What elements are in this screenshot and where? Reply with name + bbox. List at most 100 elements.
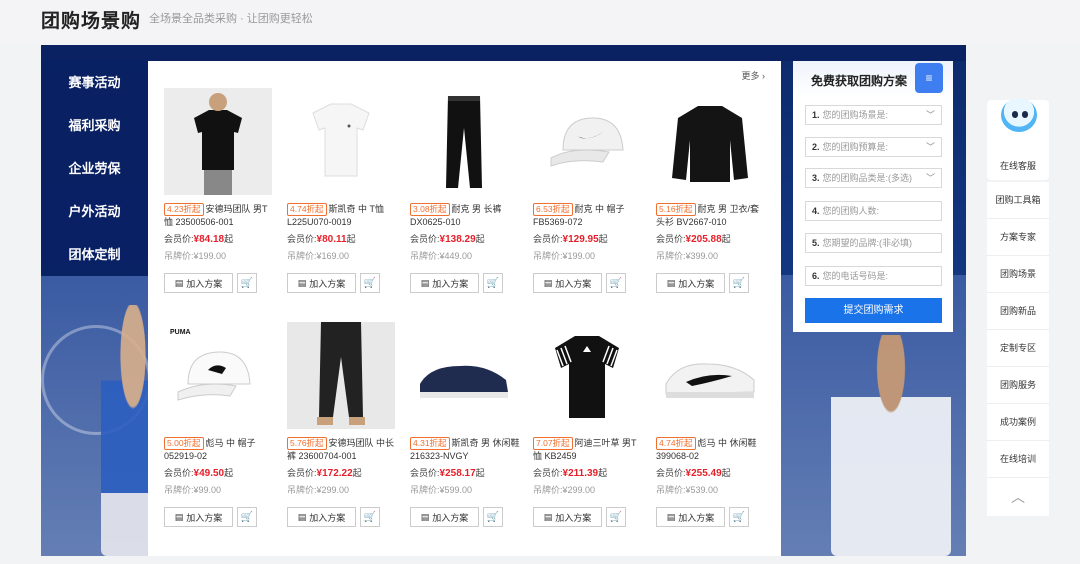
add-to-plan-button[interactable]: ▤ 加入方案 bbox=[410, 273, 479, 293]
product-name[interactable]: 7.07折起 阿迪三叶草 男T恤 KB2459 bbox=[533, 437, 643, 463]
price-suffix: 起 bbox=[346, 234, 356, 244]
product-image[interactable] bbox=[410, 88, 518, 195]
product-name[interactable]: 4.74折起 彪马 中 休闲鞋 399068-02 bbox=[656, 437, 766, 463]
category-item[interactable]: 户外活动 bbox=[41, 190, 148, 233]
form-field-2[interactable]: 2. 您的团购预算是: ﹀ bbox=[805, 137, 942, 157]
card-actions: ▤ 加入方案 🛒 bbox=[410, 507, 522, 527]
chevron-down-icon: ﹀ bbox=[925, 142, 935, 152]
category-item[interactable]: 福利采购 bbox=[41, 104, 148, 147]
member-price-row: 会员价:¥84.18起 bbox=[164, 232, 276, 247]
product-image[interactable] bbox=[656, 88, 764, 195]
discount-badge: 6.53折起 bbox=[533, 203, 573, 216]
submit-button[interactable]: 提交团购需求 bbox=[805, 298, 942, 323]
product-name[interactable]: 5.00折起 彪马 中 帽子 052919-02 bbox=[164, 437, 274, 463]
add-to-plan-button[interactable]: ▤ 加入方案 bbox=[164, 273, 233, 293]
rail-item[interactable]: 团购场景 bbox=[987, 256, 1049, 293]
add-to-plan-button[interactable]: ▤ 加入方案 bbox=[410, 507, 479, 527]
product-name[interactable]: 4.31折起 斯凯奇 男 休闲鞋 216323-NVGY bbox=[410, 437, 520, 463]
field-number: 5. bbox=[812, 238, 820, 248]
field-number: 2. bbox=[812, 142, 820, 152]
rail-item[interactable]: 团购服务 bbox=[987, 367, 1049, 404]
category-item[interactable]: 团体定制 bbox=[41, 233, 148, 276]
document-icon: ▤ bbox=[666, 511, 676, 522]
product-name[interactable]: 4.23折起 安德玛团队 男T恤 23500506-001 bbox=[164, 203, 274, 229]
cart-icon[interactable]: 🛒 bbox=[237, 507, 257, 527]
cart-icon[interactable]: 🛒 bbox=[483, 507, 503, 527]
cart-icon[interactable]: 🛒 bbox=[606, 273, 626, 293]
form-field-1[interactable]: 1. 您的团购场景是: ﹀ bbox=[805, 105, 942, 125]
rail-item[interactable]: 成功案例 bbox=[987, 404, 1049, 441]
product-name[interactable]: 6.53折起 耐克 中 帽子 FB5369-072 bbox=[533, 203, 643, 229]
cart-icon[interactable]: 🛒 bbox=[360, 507, 380, 527]
robot-avatar-icon bbox=[999, 92, 1039, 140]
tag-price-label: 吊牌价: bbox=[656, 485, 686, 495]
product-name[interactable]: 3.08折起 耐克 男 长裤 DX0625-010 bbox=[410, 203, 520, 229]
product-name[interactable]: 5.76折起 安德玛团队 中长裤 23600704-001 bbox=[287, 437, 397, 463]
product-image[interactable] bbox=[656, 322, 764, 429]
add-to-plan-button[interactable]: ▤ 加入方案 bbox=[287, 507, 356, 527]
price-suffix: 起 bbox=[598, 468, 608, 478]
chevron-right-icon: › bbox=[762, 71, 765, 81]
form-title: 免费获取团购方案 bbox=[811, 74, 908, 88]
member-price: ¥80.11 bbox=[316, 234, 347, 245]
tag-price: ¥299.00 bbox=[316, 485, 350, 495]
tag-price: ¥199.00 bbox=[193, 251, 227, 261]
category-item[interactable]: 赛事活动 bbox=[41, 61, 148, 104]
product-image[interactable] bbox=[410, 322, 518, 429]
add-to-plan-button[interactable]: ▤ 加入方案 bbox=[533, 273, 602, 293]
tag-price-label: 吊牌价: bbox=[533, 251, 563, 261]
product-image[interactable] bbox=[287, 88, 395, 195]
back-to-top-icon[interactable]: ︿ bbox=[987, 478, 1049, 516]
more-link[interactable]: 更多 › bbox=[741, 69, 765, 82]
rail-item[interactable]: 定制专区 bbox=[987, 330, 1049, 367]
category-item[interactable]: 企业劳保 bbox=[41, 147, 148, 190]
tag-price-row: 吊牌价:¥599.00 bbox=[410, 483, 522, 497]
cart-icon[interactable]: 🛒 bbox=[729, 273, 749, 293]
product-card: 4.74折起 斯凯奇 中 T恤 L225U070-0019 会员价:¥80.11起吊… bbox=[287, 88, 399, 293]
member-price: ¥258.17 bbox=[439, 468, 476, 479]
form-field-4[interactable]: 4. 您的团购人数: bbox=[805, 201, 942, 221]
member-price-label: 会员价: bbox=[287, 234, 317, 244]
form-field-6[interactable]: 6. 您的电话号码是: bbox=[805, 266, 942, 286]
product-image[interactable] bbox=[533, 322, 641, 429]
discount-badge: 4.74折起 bbox=[656, 437, 696, 450]
form-field-5[interactable]: 5. 您期望的品牌:(非必填) bbox=[805, 233, 942, 253]
add-to-plan-button[interactable]: ▤ 加入方案 bbox=[656, 507, 725, 527]
rail-item[interactable]: 在线培训 bbox=[987, 441, 1049, 478]
rail-item[interactable]: 方案专家 bbox=[987, 219, 1049, 256]
tag-price: ¥599.00 bbox=[439, 485, 473, 495]
add-to-plan-button[interactable]: ▤ 加入方案 bbox=[164, 507, 233, 527]
field-number: 3. bbox=[812, 173, 820, 183]
cart-icon[interactable]: 🛒 bbox=[483, 273, 503, 293]
tag-price-label: 吊牌价: bbox=[410, 251, 440, 261]
form-header: 免费获取团购方案 ≡ bbox=[793, 61, 953, 97]
product-image[interactable]: PUMA bbox=[164, 322, 272, 429]
product-name[interactable]: 5.16折起 耐克 男 卫衣/套头衫 BV2667-010 bbox=[656, 203, 766, 229]
product-image[interactable] bbox=[533, 88, 641, 195]
cart-icon[interactable]: 🛒 bbox=[606, 507, 626, 527]
cart-icon[interactable]: 🛒 bbox=[729, 507, 749, 527]
document-icon: ▤ bbox=[174, 277, 184, 288]
add-to-plan-button[interactable]: ▤ 加入方案 bbox=[287, 273, 356, 293]
product-image[interactable] bbox=[164, 88, 272, 195]
add-to-plan-button[interactable]: ▤ 加入方案 bbox=[656, 273, 725, 293]
card-actions: ▤ 加入方案 🛒 bbox=[533, 273, 645, 293]
member-price: ¥255.49 bbox=[685, 468, 722, 479]
price-suffix: 起 bbox=[224, 468, 234, 478]
online-service[interactable]: 在线客服 bbox=[987, 98, 1049, 180]
add-to-plan-button[interactable]: ▤ 加入方案 bbox=[533, 507, 602, 527]
tag-price: ¥449.00 bbox=[439, 251, 473, 261]
cart-icon[interactable]: 🛒 bbox=[237, 273, 257, 293]
page-subtitle: 全场景全品类采购 · 让团购更轻松 bbox=[149, 13, 313, 25]
product-image[interactable] bbox=[287, 322, 395, 429]
service-label: 在线客服 bbox=[999, 161, 1036, 171]
field-placeholder: 您的团购预算是: bbox=[822, 142, 889, 152]
discount-badge: 5.16折起 bbox=[656, 203, 696, 216]
rail-item[interactable]: 团购新品 bbox=[987, 293, 1049, 330]
cart-icon[interactable]: 🛒 bbox=[360, 273, 380, 293]
discount-badge: 5.00折起 bbox=[164, 437, 204, 450]
product-name[interactable]: 4.74折起 斯凯奇 中 T恤 L225U070-0019 bbox=[287, 203, 397, 229]
rail-item[interactable]: 团购工具箱 bbox=[987, 182, 1049, 219]
form-field-3[interactable]: 3. 您的团购品类是:(多选) ﹀ bbox=[805, 168, 942, 188]
discount-badge: 7.07折起 bbox=[533, 437, 573, 450]
